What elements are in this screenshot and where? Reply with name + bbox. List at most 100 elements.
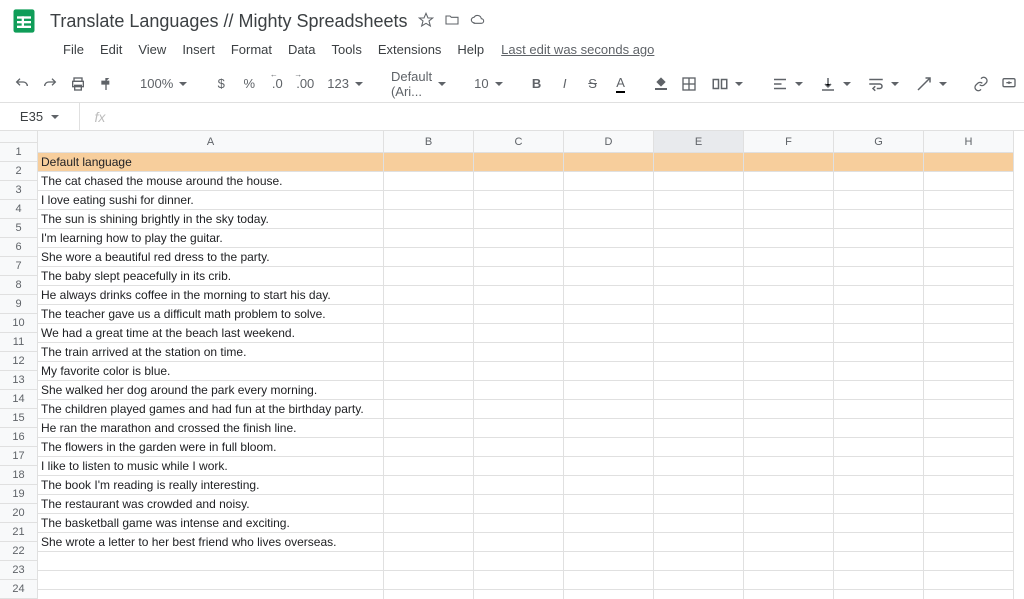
cell-D17[interactable] bbox=[564, 457, 654, 476]
print-button[interactable] bbox=[66, 71, 90, 97]
decrease-decimal-button[interactable]: ←.0 bbox=[265, 71, 289, 97]
cell-A22[interactable] bbox=[38, 552, 384, 571]
cell-A14[interactable]: The children played games and had fun at… bbox=[38, 400, 384, 419]
row-header-7[interactable]: 7 bbox=[0, 257, 38, 276]
cell-A11[interactable]: The train arrived at the station on time… bbox=[38, 343, 384, 362]
name-box[interactable]: E35 bbox=[0, 103, 80, 130]
cell-B11[interactable] bbox=[384, 343, 474, 362]
cell-E18[interactable] bbox=[654, 476, 744, 495]
cell-F9[interactable] bbox=[744, 305, 834, 324]
row-header-8[interactable]: 8 bbox=[0, 276, 38, 295]
cell-H3[interactable] bbox=[924, 191, 1014, 210]
cell-F12[interactable] bbox=[744, 362, 834, 381]
vertical-align-dropdown[interactable] bbox=[813, 71, 857, 97]
cell-D21[interactable] bbox=[564, 533, 654, 552]
italic-button[interactable]: I bbox=[553, 71, 577, 97]
column-header-D[interactable]: D bbox=[564, 131, 654, 153]
cell-B5[interactable] bbox=[384, 229, 474, 248]
cell-B9[interactable] bbox=[384, 305, 474, 324]
cell-C22[interactable] bbox=[474, 552, 564, 571]
menu-help[interactable]: Help bbox=[450, 38, 491, 61]
cell-G11[interactable] bbox=[834, 343, 924, 362]
row-header-24[interactable]: 24 bbox=[0, 580, 38, 599]
cell-F5[interactable] bbox=[744, 229, 834, 248]
cell-A21[interactable]: She wrote a letter to her best friend wh… bbox=[38, 533, 384, 552]
borders-button[interactable] bbox=[677, 71, 701, 97]
cell-D13[interactable] bbox=[564, 381, 654, 400]
cell-D8[interactable] bbox=[564, 286, 654, 305]
cell-G2[interactable] bbox=[834, 172, 924, 191]
cell-G16[interactable] bbox=[834, 438, 924, 457]
cell-B17[interactable] bbox=[384, 457, 474, 476]
cell-E3[interactable] bbox=[654, 191, 744, 210]
cell-G9[interactable] bbox=[834, 305, 924, 324]
cell-D4[interactable] bbox=[564, 210, 654, 229]
cell-C7[interactable] bbox=[474, 267, 564, 286]
redo-button[interactable] bbox=[38, 71, 62, 97]
row-header-6[interactable]: 6 bbox=[0, 238, 38, 257]
cell-G15[interactable] bbox=[834, 419, 924, 438]
cell-E23[interactable] bbox=[654, 571, 744, 590]
menu-format[interactable]: Format bbox=[224, 38, 279, 61]
cell-E5[interactable] bbox=[654, 229, 744, 248]
star-icon[interactable] bbox=[418, 12, 434, 31]
cell-H9[interactable] bbox=[924, 305, 1014, 324]
cell-H5[interactable] bbox=[924, 229, 1014, 248]
row-header-2[interactable]: 2 bbox=[0, 162, 38, 181]
cell-D15[interactable] bbox=[564, 419, 654, 438]
font-family-dropdown[interactable]: Default (Ari... bbox=[385, 71, 452, 97]
cell-G19[interactable] bbox=[834, 495, 924, 514]
cell-E7[interactable] bbox=[654, 267, 744, 286]
cell-B10[interactable] bbox=[384, 324, 474, 343]
cell-G13[interactable] bbox=[834, 381, 924, 400]
cell-C8[interactable] bbox=[474, 286, 564, 305]
cell-E2[interactable] bbox=[654, 172, 744, 191]
cell-H8[interactable] bbox=[924, 286, 1014, 305]
cell-D20[interactable] bbox=[564, 514, 654, 533]
last-edit-link[interactable]: Last edit was seconds ago bbox=[501, 42, 654, 57]
cell-D7[interactable] bbox=[564, 267, 654, 286]
cell-E20[interactable] bbox=[654, 514, 744, 533]
text-color-button[interactable]: A bbox=[609, 71, 633, 97]
cell-H18[interactable] bbox=[924, 476, 1014, 495]
sheets-logo-icon[interactable] bbox=[10, 7, 38, 35]
cell-F10[interactable] bbox=[744, 324, 834, 343]
cell-C23[interactable] bbox=[474, 571, 564, 590]
cell-A8[interactable]: He always drinks coffee in the morning t… bbox=[38, 286, 384, 305]
cell-G7[interactable] bbox=[834, 267, 924, 286]
cell-G10[interactable] bbox=[834, 324, 924, 343]
cell-A5[interactable]: I'm learning how to play the guitar. bbox=[38, 229, 384, 248]
cell-F17[interactable] bbox=[744, 457, 834, 476]
row-header-15[interactable]: 15 bbox=[0, 409, 38, 428]
cell-G20[interactable] bbox=[834, 514, 924, 533]
cell-H14[interactable] bbox=[924, 400, 1014, 419]
cell-C20[interactable] bbox=[474, 514, 564, 533]
cell-A16[interactable]: The flowers in the garden were in full b… bbox=[38, 438, 384, 457]
row-header-9[interactable]: 9 bbox=[0, 295, 38, 314]
insert-comment-button[interactable] bbox=[997, 71, 1021, 97]
cell-E17[interactable] bbox=[654, 457, 744, 476]
cell-D16[interactable] bbox=[564, 438, 654, 457]
horizontal-align-dropdown[interactable] bbox=[765, 71, 809, 97]
cell-F3[interactable] bbox=[744, 191, 834, 210]
cell-D5[interactable] bbox=[564, 229, 654, 248]
cell-F21[interactable] bbox=[744, 533, 834, 552]
row-header-23[interactable]: 23 bbox=[0, 561, 38, 580]
cell-C5[interactable] bbox=[474, 229, 564, 248]
menu-edit[interactable]: Edit bbox=[93, 38, 129, 61]
row-header-13[interactable]: 13 bbox=[0, 371, 38, 390]
format-percent-button[interactable]: % bbox=[237, 71, 261, 97]
document-title[interactable]: Translate Languages // Mighty Spreadshee… bbox=[50, 11, 408, 32]
cell-D14[interactable] bbox=[564, 400, 654, 419]
column-header-B[interactable]: B bbox=[384, 131, 474, 153]
cell-G21[interactable] bbox=[834, 533, 924, 552]
cell-A20[interactable]: The basketball game was intense and exci… bbox=[38, 514, 384, 533]
insert-link-button[interactable] bbox=[969, 71, 993, 97]
menu-insert[interactable]: Insert bbox=[175, 38, 222, 61]
cell-A9[interactable]: The teacher gave us a difficult math pro… bbox=[38, 305, 384, 324]
cell-A1[interactable]: Default language bbox=[38, 153, 384, 172]
cell-B22[interactable] bbox=[384, 552, 474, 571]
cell-D18[interactable] bbox=[564, 476, 654, 495]
cell-H1[interactable] bbox=[924, 153, 1014, 172]
cell-A2[interactable]: The cat chased the mouse around the hous… bbox=[38, 172, 384, 191]
